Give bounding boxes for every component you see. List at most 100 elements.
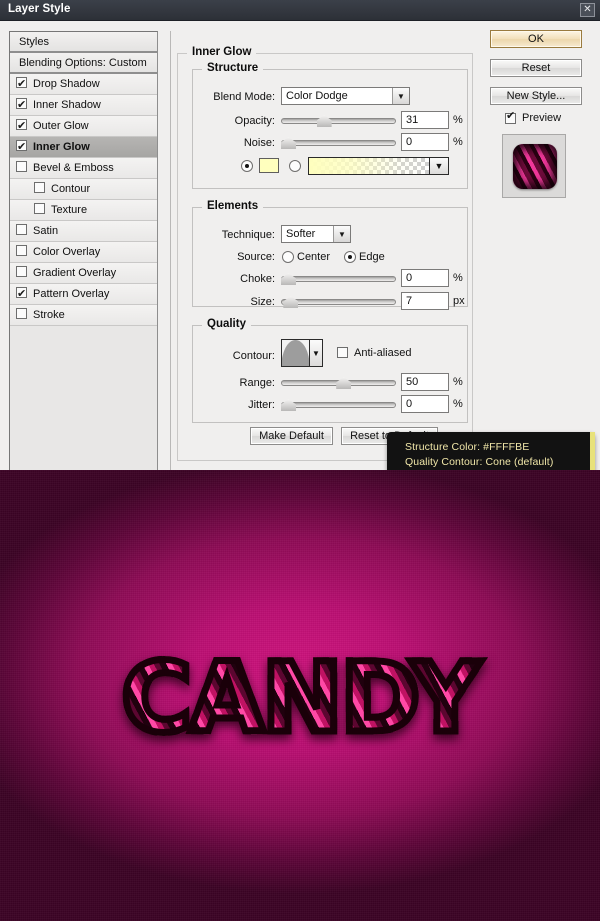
sidebar-item-label: Color Overlay	[33, 246, 101, 258]
choke-slider[interactable]	[281, 272, 396, 286]
tooltip-line-2: Quality Contour: Cone (default)	[405, 456, 554, 468]
choke-slider-thumb[interactable]	[281, 273, 296, 285]
chevron-down-icon[interactable]: ▼	[333, 226, 350, 242]
sidebar-item-texture[interactable]: Texture	[10, 200, 157, 221]
style-checkbox[interactable]	[16, 224, 27, 235]
source-center-radio[interactable]	[282, 251, 294, 263]
jitter-input[interactable]: 0	[401, 395, 449, 413]
style-checkbox[interactable]	[16, 73, 27, 94]
technique-select[interactable]: Softer ▼	[281, 225, 351, 243]
technique-label: Technique:	[221, 229, 275, 241]
style-checkbox[interactable]	[16, 283, 27, 304]
opacity-input[interactable]: 31	[401, 111, 449, 129]
structure-group: Structure Blend Mode: Color Dodge ▼ Opac…	[192, 62, 468, 189]
sidebar-item-label: Satin	[33, 225, 59, 237]
size-input[interactable]: 7	[401, 292, 449, 310]
source-center-label: Center	[297, 251, 331, 263]
opacity-slider[interactable]	[281, 114, 396, 128]
sidebar-item-label: Contour	[51, 183, 91, 195]
blending-options-row[interactable]: Blending Options: Custom	[10, 53, 157, 74]
sidebar-item-label: Gradient Overlay	[33, 267, 117, 279]
range-input[interactable]: 50	[401, 373, 449, 391]
style-checkbox[interactable]	[16, 308, 27, 319]
size-label: Size:	[250, 296, 275, 308]
source-label: Source:	[237, 251, 275, 263]
ok-button[interactable]: OK	[490, 30, 582, 48]
contour-curve-icon	[282, 340, 309, 366]
sidebar-item-inner-shadow[interactable]: Inner Shadow	[10, 94, 157, 116]
style-checkbox[interactable]	[16, 115, 27, 136]
style-checkbox[interactable]	[16, 94, 27, 115]
noise-slider-track	[281, 140, 396, 146]
sidebar-item-inner-glow[interactable]: Inner Glow	[10, 136, 157, 158]
noise-input[interactable]: 0	[401, 133, 449, 151]
opacity-unit: %	[453, 114, 463, 126]
blend-mode-value: Color Dodge	[286, 90, 348, 102]
new-style-button[interactable]: New Style...	[490, 87, 582, 105]
sidebar-item-label: Inner Glow	[33, 141, 90, 153]
choke-input[interactable]: 0	[401, 269, 449, 287]
chevron-down-icon[interactable]: ▼	[392, 88, 409, 104]
sidebar-item-color-overlay[interactable]: Color Overlay	[10, 242, 157, 263]
fill-gradient-radio[interactable]	[289, 160, 301, 172]
source-edge-radio[interactable]	[344, 251, 356, 263]
chevron-down-icon[interactable]: ▼	[309, 340, 322, 366]
sidebar-item-stroke[interactable]: Stroke	[10, 305, 157, 326]
style-checkbox[interactable]	[16, 136, 27, 157]
style-checkbox[interactable]	[34, 182, 45, 193]
sidebar-item-satin[interactable]: Satin	[10, 221, 157, 242]
jitter-slider-track	[281, 402, 396, 408]
styles-list-header: Styles	[10, 32, 157, 53]
preview-chip-graphic	[513, 144, 557, 189]
sidebar-item-bevel-emboss[interactable]: Bevel & Emboss	[10, 158, 157, 179]
sidebar-item-gradient-overlay[interactable]: Gradient Overlay	[10, 263, 157, 284]
noise-slider[interactable]	[281, 136, 396, 150]
blend-mode-select[interactable]: Color Dodge ▼	[281, 87, 410, 105]
jitter-slider-thumb[interactable]	[281, 399, 296, 411]
artwork-canvas: CANDY	[0, 470, 600, 921]
opacity-slider-thumb[interactable]	[316, 115, 332, 127]
style-checkbox[interactable]	[16, 161, 27, 172]
style-checkbox[interactable]	[16, 245, 27, 256]
size-slider-thumb[interactable]	[283, 296, 299, 308]
noise-slider-thumb[interactable]	[281, 137, 296, 149]
preview-label: Preview	[522, 112, 562, 124]
quality-legend: Quality	[202, 318, 251, 330]
gradient-preview	[309, 158, 429, 174]
jitter-slider[interactable]	[281, 398, 396, 412]
range-unit: %	[453, 376, 463, 388]
preview-checkbox[interactable]	[505, 109, 516, 124]
style-checkbox[interactable]	[34, 203, 45, 214]
close-icon[interactable]: ✕	[580, 3, 595, 17]
sidebar-item-pattern-overlay[interactable]: Pattern Overlay	[10, 283, 157, 305]
styles-list-items: Drop Shadow Inner Shadow Outer Glow Inner G…	[10, 73, 157, 326]
anti-aliased-checkbox[interactable]	[337, 347, 348, 358]
choke-slider-track	[281, 276, 396, 282]
size-unit: px	[453, 295, 465, 307]
sidebar-item-drop-shadow[interactable]: Drop Shadow	[10, 73, 157, 95]
reset-button[interactable]: Reset	[490, 59, 582, 77]
inner-glow-group: Inner Glow Structure Blend Mode: Color D…	[177, 46, 473, 461]
range-slider-thumb[interactable]	[336, 377, 352, 389]
gradient-picker[interactable]: ▼	[308, 157, 449, 175]
style-checkbox[interactable]	[16, 266, 27, 277]
chevron-down-icon[interactable]: ▼	[429, 158, 448, 174]
anti-aliased-label: Anti-aliased	[354, 347, 412, 359]
size-slider[interactable]	[281, 295, 396, 309]
sidebar-item-label: Outer Glow	[33, 120, 89, 132]
technique-value: Softer	[286, 228, 316, 240]
elements-group: Elements Technique: Softer ▼ Source: Cen…	[192, 200, 468, 310]
sidebar-item-label: Bevel & Emboss	[33, 162, 114, 174]
glow-color-swatch[interactable]	[259, 158, 279, 173]
structure-legend: Structure	[202, 62, 264, 74]
fill-color-radio[interactable]	[241, 160, 253, 172]
inner-glow-legend: Inner Glow	[187, 46, 257, 58]
make-default-button[interactable]: Make Default	[250, 427, 333, 445]
contour-picker[interactable]: ▼	[281, 339, 323, 367]
choke-unit: %	[453, 272, 463, 284]
range-slider[interactable]	[281, 376, 396, 390]
sidebar-item-outer-glow[interactable]: Outer Glow	[10, 115, 157, 137]
preview-toggle[interactable]: Preview	[505, 109, 562, 124]
blend-mode-label: Blend Mode:	[213, 91, 275, 103]
sidebar-item-contour[interactable]: Contour	[10, 179, 157, 200]
